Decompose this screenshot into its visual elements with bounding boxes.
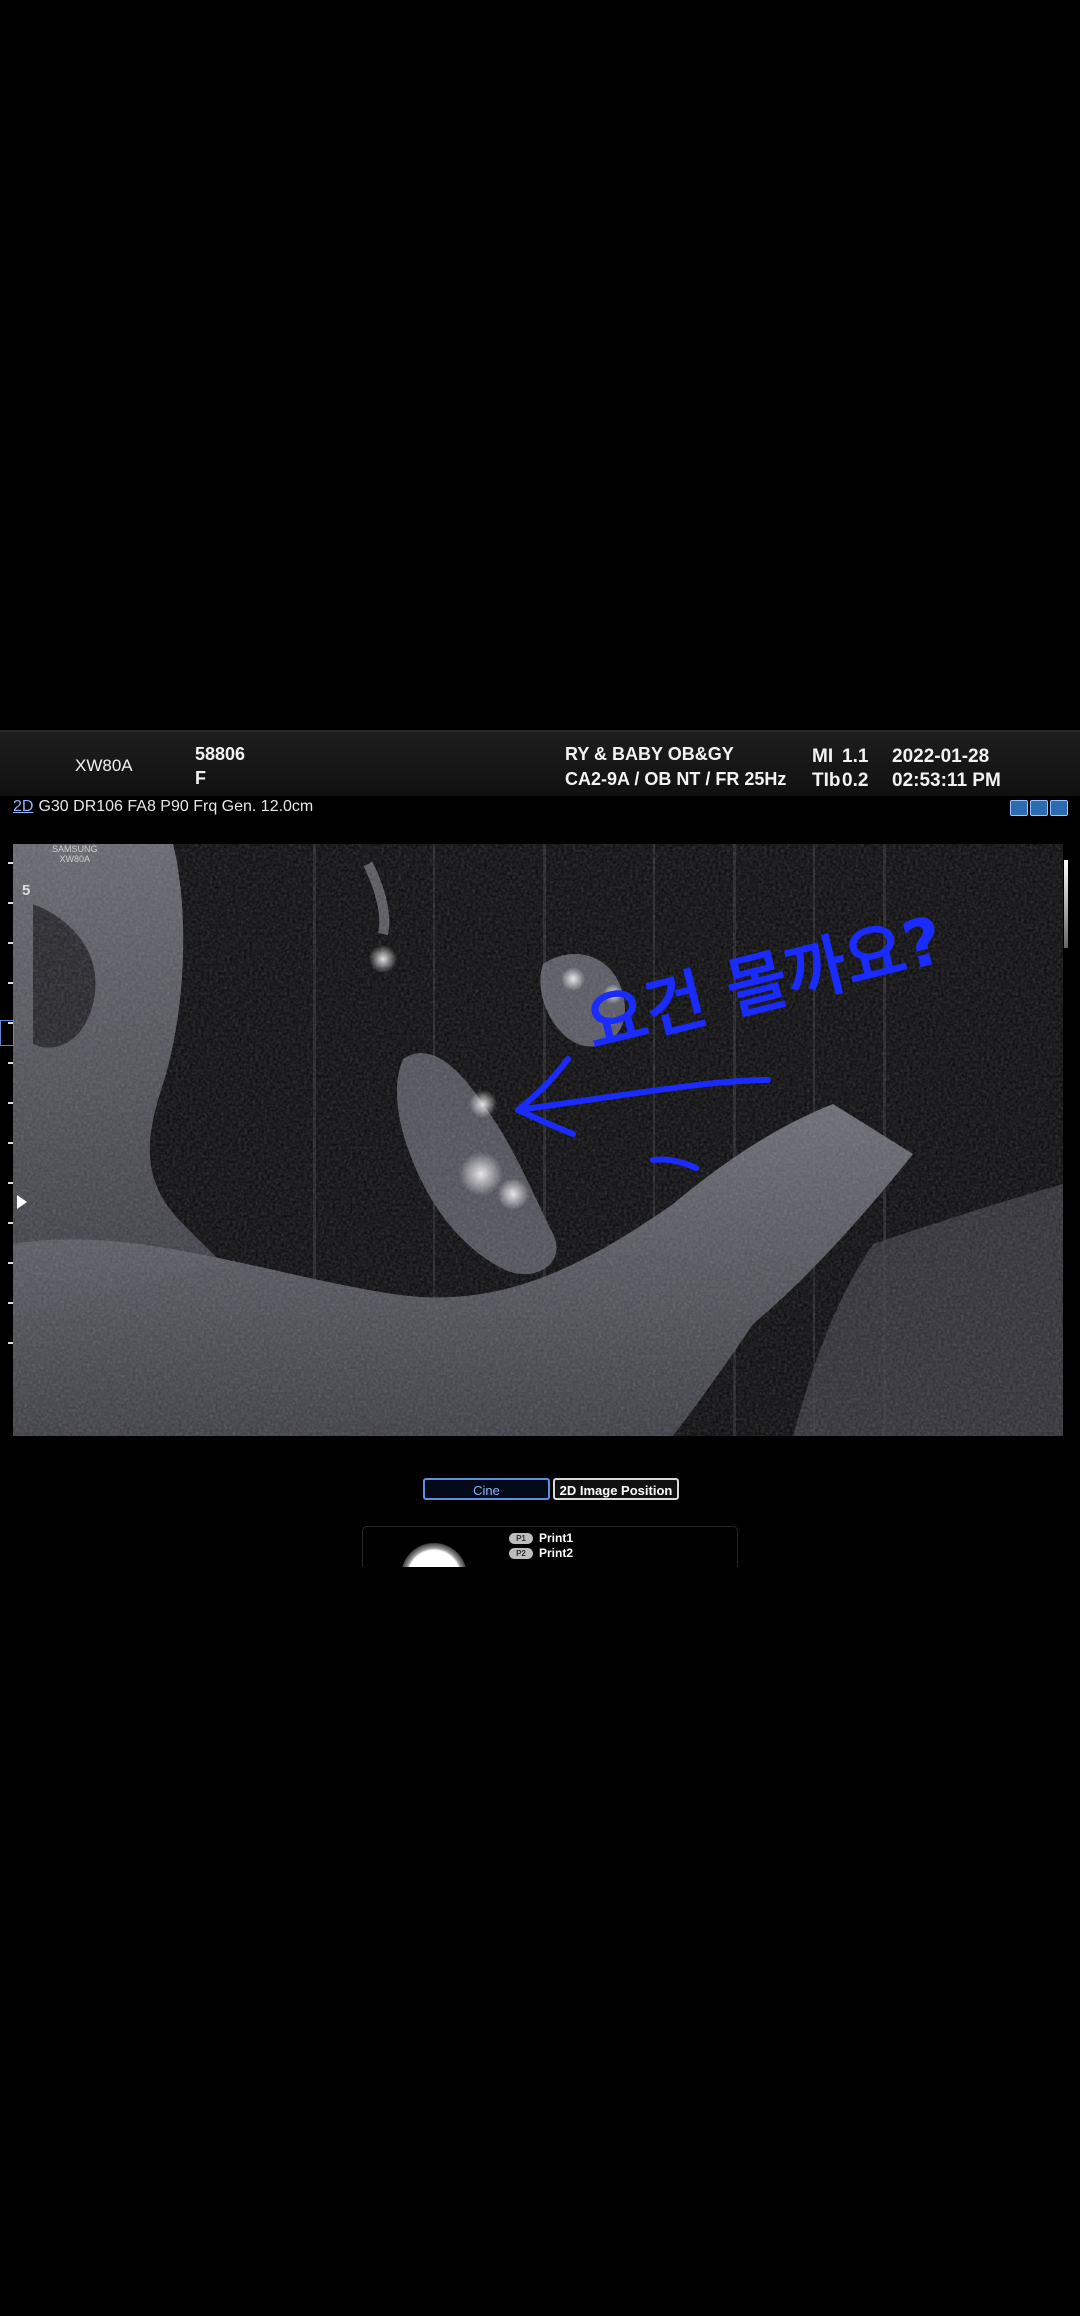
scale-tick bbox=[8, 1342, 13, 1344]
exam-date: 2022-01-28 bbox=[892, 746, 990, 767]
grey-scale-bar bbox=[1064, 860, 1068, 948]
scale-tick bbox=[8, 942, 13, 944]
marker-icon bbox=[1050, 800, 1068, 816]
scale-tick bbox=[8, 1102, 13, 1104]
print2-row[interactable]: P2 Print2 bbox=[509, 1546, 573, 1560]
imaging-parameters: 2D G30 DR106 FA8 P90 Frq Gen. 12.0cm bbox=[13, 798, 313, 816]
scale-tick bbox=[8, 1182, 13, 1184]
probe-preset: CA2-9A / OB NT / FR 25Hz bbox=[565, 769, 787, 789]
p2-badge: P2 bbox=[509, 1548, 533, 1560]
patient-sex: F bbox=[195, 768, 206, 788]
depth-scale bbox=[0, 842, 14, 1362]
scale-tick bbox=[8, 1062, 13, 1064]
print-knob-icon[interactable] bbox=[401, 1543, 467, 1567]
mi-value: 1.1 bbox=[842, 746, 869, 767]
focus-marker-icon[interactable] bbox=[17, 1195, 27, 1209]
corner-icons bbox=[1010, 800, 1068, 816]
scale-tick bbox=[8, 1142, 13, 1144]
depth-marker: 5 bbox=[22, 882, 31, 899]
scale-box bbox=[0, 1020, 14, 1046]
exam-time: 02:53:11 PM bbox=[892, 770, 1001, 791]
print1-label: Print1 bbox=[539, 1531, 574, 1545]
tib-value: 0.2 bbox=[842, 770, 869, 791]
header-bar: XW80A 58806 F RY & BABY OB&GY CA2-9A / O… bbox=[0, 730, 1080, 796]
patient-id: 58806 bbox=[195, 744, 246, 764]
print-panel: P1 Print1 P2 Print2 bbox=[362, 1526, 738, 1567]
hospital-name: RY & BABY OB&GY bbox=[565, 744, 734, 764]
brand-watermark: SAMSUNG XW80A bbox=[52, 844, 98, 864]
scale-tick bbox=[8, 862, 13, 864]
scale-tick bbox=[8, 1262, 13, 1264]
p1-badge: P1 bbox=[509, 1533, 533, 1545]
parameter-text: G30 DR106 FA8 P90 Frq Gen. 12.0cm bbox=[38, 798, 314, 815]
image-position-button[interactable]: 2D Image Position bbox=[553, 1478, 679, 1500]
cine-button[interactable]: Cine bbox=[423, 1478, 550, 1500]
mi-label: MI bbox=[812, 746, 834, 767]
scale-tick bbox=[8, 982, 13, 984]
scale-tick bbox=[8, 1222, 13, 1224]
brand-line-2: XW80A bbox=[59, 854, 91, 864]
scale-tick bbox=[8, 1302, 13, 1304]
tib-label: TIb bbox=[812, 770, 841, 791]
ultrasound-screen: XW80A 58806 F RY & BABY OB&GY CA2-9A / O… bbox=[0, 730, 1080, 1590]
device-model: XW80A bbox=[75, 756, 133, 775]
print1-row[interactable]: P1 Print1 bbox=[509, 1531, 573, 1545]
print2-label: Print2 bbox=[539, 1546, 574, 1560]
ultrasound-image: 요건 몰까요? bbox=[13, 844, 1063, 1436]
sector-icon bbox=[1030, 800, 1048, 816]
probe-icon bbox=[1010, 800, 1028, 816]
brand-line-1: SAMSUNG bbox=[52, 844, 98, 854]
mode-2d-label[interactable]: 2D bbox=[13, 798, 33, 815]
scale-tick bbox=[8, 902, 13, 904]
